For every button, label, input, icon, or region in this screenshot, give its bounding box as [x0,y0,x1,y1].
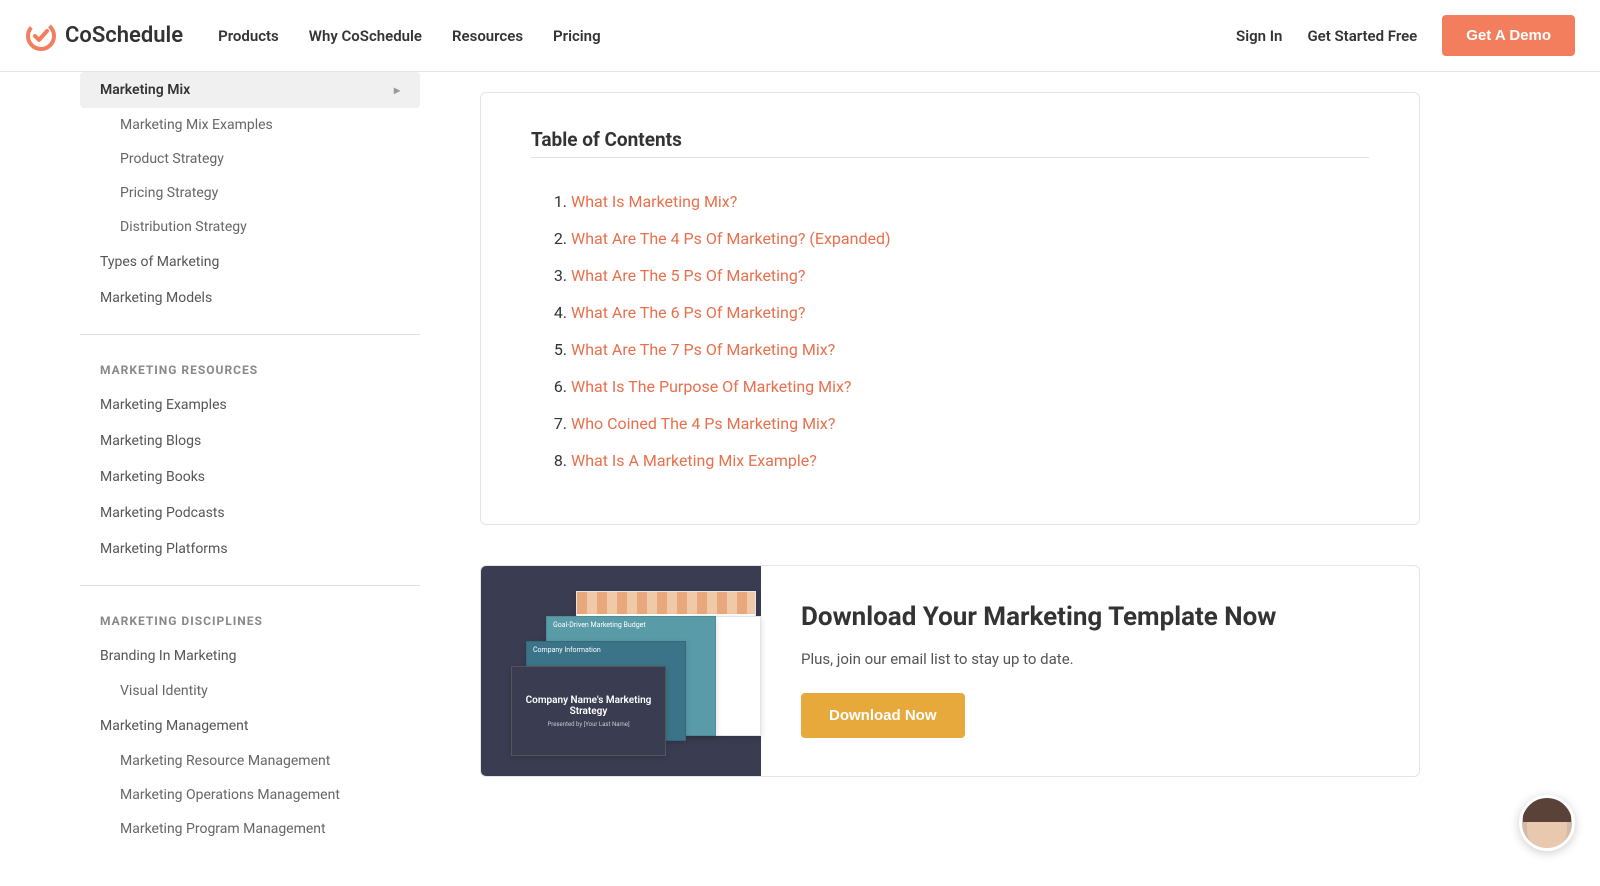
toc-item: What Is A Marketing Mix Example? [571,442,1369,479]
chat-avatar-widget[interactable] [1519,795,1575,851]
toc-card: Table of Contents What Is Marketing Mix?… [480,92,1420,525]
sidebar-item-management[interactable]: Marketing Management [80,708,420,744]
sidebar-item-marketing-mix[interactable]: Marketing Mix ▸ [80,72,420,108]
header-right: Sign In Get Started Free Get A Demo [1236,15,1575,56]
logo[interactable]: CoSchedule [25,20,183,52]
sidebar: Marketing Mix ▸ Marketing Mix Examples P… [60,72,440,886]
sidebar-heading-resources: MARKETING RESOURCES [80,353,420,387]
header-left: CoSchedule Products Why CoSchedule Resou… [25,20,601,52]
download-subtitle: Plus, join our email list to stay up to … [801,650,1379,668]
download-card: Goal-Driven Marketing Budget Company Inf… [480,565,1420,777]
toc-item: Who Coined The 4 Ps Marketing Mix? [571,405,1369,442]
sidebar-divider [80,334,420,335]
toc-divider [531,157,1369,158]
template-stack: Goal-Driven Marketing Budget Company Inf… [496,586,746,756]
sidebar-item-blogs[interactable]: Marketing Blogs [80,423,420,459]
getstarted-link[interactable]: Get Started Free [1307,27,1417,45]
toc-item: What Are The 6 Ps Of Marketing? [571,294,1369,331]
toc-link-7[interactable]: Who Coined The 4 Ps Marketing Mix? [571,414,835,433]
toc-link-8[interactable]: What Is A Marketing Mix Example? [571,451,817,470]
toc-item: What Is The Purpose Of Marketing Mix? [571,368,1369,405]
toc-link-4[interactable]: What Are The 6 Ps Of Marketing? [571,303,805,322]
toc-link-2[interactable]: What Are The 4 Ps Of Marketing? (Expande… [571,229,891,248]
toc-title: Table of Contents [531,128,1369,151]
toc-item: What Are The 5 Ps Of Marketing? [571,257,1369,294]
template-title: Company Name's Marketing Strategy [520,695,657,717]
toc-item: What Is Marketing Mix? [571,183,1369,220]
nav-why[interactable]: Why CoSchedule [309,27,422,45]
logo-icon [25,20,57,52]
toc-link-5[interactable]: What Are The 7 Ps Of Marketing Mix? [571,340,835,359]
sidebar-heading-disciplines: MARKETING DISCIPLINES [80,604,420,638]
sidebar-sub-distribution[interactable]: Distribution Strategy [80,210,420,244]
toc-item: What Are The 7 Ps Of Marketing Mix? [571,331,1369,368]
template-byline: Presented by [Your Last Name] [547,721,629,728]
chevron-right-icon: ▸ [394,83,400,97]
download-button[interactable]: Download Now [801,693,965,738]
sidebar-sub-visual-identity[interactable]: Visual Identity [80,674,420,708]
sidebar-sub-pricing[interactable]: Pricing Strategy [80,176,420,210]
sidebar-item-types[interactable]: Types of Marketing [80,244,420,280]
sidebar-item-platforms[interactable]: Marketing Platforms [80,531,420,567]
toc-link-3[interactable]: What Are The 5 Ps Of Marketing? [571,266,805,285]
sidebar-sub-examples[interactable]: Marketing Mix Examples [80,108,420,142]
sidebar-item-models[interactable]: Marketing Models [80,280,420,316]
toc-link-6[interactable]: What Is The Purpose Of Marketing Mix? [571,377,852,396]
primary-nav: Products Why CoSchedule Resources Pricin… [218,27,601,45]
sidebar-sub-program-mgmt[interactable]: Marketing Program Management [80,812,420,846]
sidebar-item-label: Marketing Mix [100,82,190,98]
download-content: Download Your Marketing Template Now Plu… [761,566,1419,776]
sidebar-item-podcasts[interactable]: Marketing Podcasts [80,495,420,531]
nav-products[interactable]: Products [218,27,279,45]
template-doc-front: Company Name's Marketing Strategy Presen… [511,666,666,756]
download-title: Download Your Marketing Template Now [801,601,1379,635]
toc-list: What Is Marketing Mix? What Are The 4 Ps… [531,183,1369,479]
toc-link-1[interactable]: What Is Marketing Mix? [571,192,737,211]
sidebar-divider [80,585,420,586]
nav-pricing[interactable]: Pricing [553,27,601,45]
download-image: Goal-Driven Marketing Budget Company Inf… [481,566,761,776]
site-header: CoSchedule Products Why CoSchedule Resou… [0,0,1600,72]
toc-item: What Are The 4 Ps Of Marketing? (Expande… [571,220,1369,257]
signin-link[interactable]: Sign In [1236,27,1282,45]
nav-resources[interactable]: Resources [452,27,523,45]
page-container: Marketing Mix ▸ Marketing Mix Examples P… [60,72,1540,886]
main-content: Table of Contents What Is Marketing Mix?… [440,72,1540,886]
sidebar-sub-resource-mgmt[interactable]: Marketing Resource Management [80,744,420,778]
sidebar-item-examples[interactable]: Marketing Examples [80,387,420,423]
avatar-face-icon [1527,804,1567,848]
sidebar-sub-ops-mgmt[interactable]: Marketing Operations Management [80,778,420,812]
demo-button[interactable]: Get A Demo [1442,15,1575,56]
sidebar-sub-product[interactable]: Product Strategy [80,142,420,176]
sidebar-item-books[interactable]: Marketing Books [80,459,420,495]
sidebar-item-branding[interactable]: Branding In Marketing [80,638,420,674]
brand-text: CoSchedule [65,23,183,48]
